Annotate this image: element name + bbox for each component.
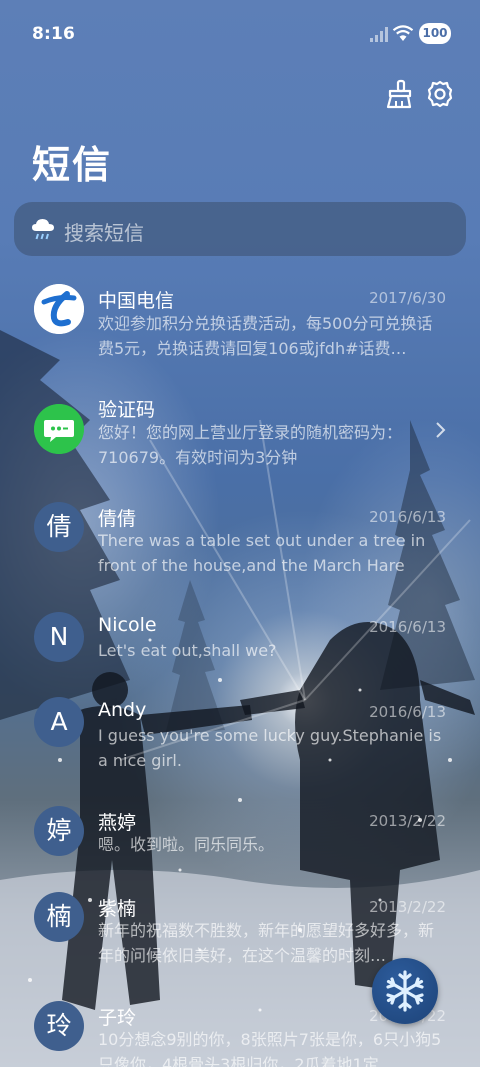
- list-item[interactable]: 验证码 您好！您的网上营业厅登录的随机密码为：710679。有效时间为3分钟: [0, 392, 480, 476]
- compose-fab[interactable]: [372, 958, 438, 1024]
- broom-icon[interactable]: [382, 78, 414, 110]
- message-date: 2016/6/13: [369, 618, 446, 636]
- message-preview: 10分想念9别的你，8张照片7张是你，6只小狗5只像你，4根骨头3根归你，2瓜着…: [98, 1030, 442, 1067]
- contact-avatar: A: [34, 697, 84, 747]
- search-input[interactable]: 搜索短信: [64, 217, 144, 246]
- signal-icon: [370, 27, 388, 42]
- search-bar[interactable]: 搜索短信: [14, 202, 466, 256]
- contact-name: Nicole: [98, 614, 157, 636]
- list-item[interactable]: 中国电信 2017/6/30 欢迎参加积分兑换话费活动，每500分可兑换话费5元…: [0, 282, 480, 366]
- message-preview: Let's eat out,shall we?: [98, 641, 277, 660]
- list-item[interactable]: 倩 倩倩 2016/6/13 There was a table set out…: [0, 502, 480, 586]
- contact-name: 燕婷: [98, 812, 137, 834]
- gear-icon[interactable]: [424, 78, 456, 110]
- message-date: 2017/6/30: [369, 289, 446, 307]
- chevron-right-icon: [436, 422, 446, 438]
- message-preview: 嗯。收到啦。同乐同乐。: [98, 835, 275, 854]
- contact-name: 验证码: [98, 399, 156, 421]
- message-date: 2013/2/22: [369, 812, 446, 830]
- wifi-icon: [392, 25, 414, 41]
- message-preview: 欢迎参加积分兑换话费活动，每500分可兑换话费5元，兑换话费请回复106或jfd…: [98, 314, 433, 358]
- chat-bubble-avatar-icon: [34, 404, 84, 454]
- list-item[interactable]: 婷 燕婷 2013/2/22 嗯。收到啦。同乐同乐。: [0, 806, 480, 866]
- message-preview: I guess you're some lucky guy.Stephanie …: [98, 726, 442, 770]
- battery-indicator: 100: [419, 23, 451, 44]
- message-date: 2013/2/22: [369, 898, 446, 916]
- list-item[interactable]: N Nicole 2016/6/13 Let's eat out,shall w…: [0, 612, 480, 672]
- page-title: 短信: [32, 143, 113, 187]
- contact-avatar: 倩: [34, 502, 84, 552]
- message-preview: 您好！您的网上营业厅登录的随机密码为：710679。有效时间为3分钟: [98, 423, 403, 467]
- message-date: 2016/6/13: [369, 508, 446, 526]
- contact-name: 中国电信: [98, 290, 175, 312]
- message-date: 2016/6/13: [369, 703, 446, 721]
- contact-avatar: 婷: [34, 806, 84, 856]
- contact-name: Andy: [98, 699, 147, 721]
- message-preview: There was a table set out under a tree i…: [98, 531, 426, 575]
- contact-name: 子玲: [98, 1007, 137, 1029]
- contact-avatar: 楠: [34, 892, 84, 942]
- status-bar: 8:16 100: [0, 0, 480, 68]
- snowflake-icon: [386, 970, 424, 1012]
- list-item[interactable]: A Andy 2016/6/13 I guess you're some luc…: [0, 697, 480, 781]
- cloud-rain-icon: [32, 219, 54, 240]
- status-time: 8:16: [32, 24, 76, 44]
- contact-avatar: N: [34, 612, 84, 662]
- telecom-logo-avatar: [34, 284, 84, 334]
- contact-name: 倩倩: [98, 508, 137, 530]
- contact-name: 紫楠: [98, 898, 137, 920]
- contact-avatar: 玲: [34, 1001, 84, 1051]
